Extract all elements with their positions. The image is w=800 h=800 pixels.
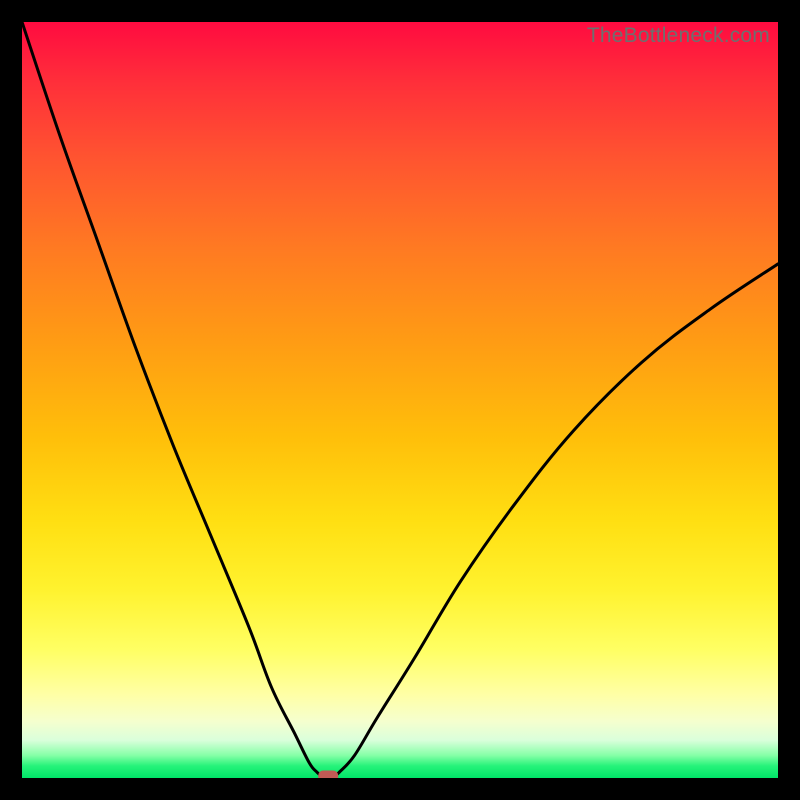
plot-area: TheBottleneck.com: [22, 22, 778, 778]
curve-path: [22, 22, 778, 778]
bottleneck-curve: [22, 22, 778, 778]
watermark-text: TheBottleneck.com: [587, 24, 770, 48]
optimum-marker: [318, 771, 338, 779]
chart-frame: TheBottleneck.com: [0, 0, 800, 800]
